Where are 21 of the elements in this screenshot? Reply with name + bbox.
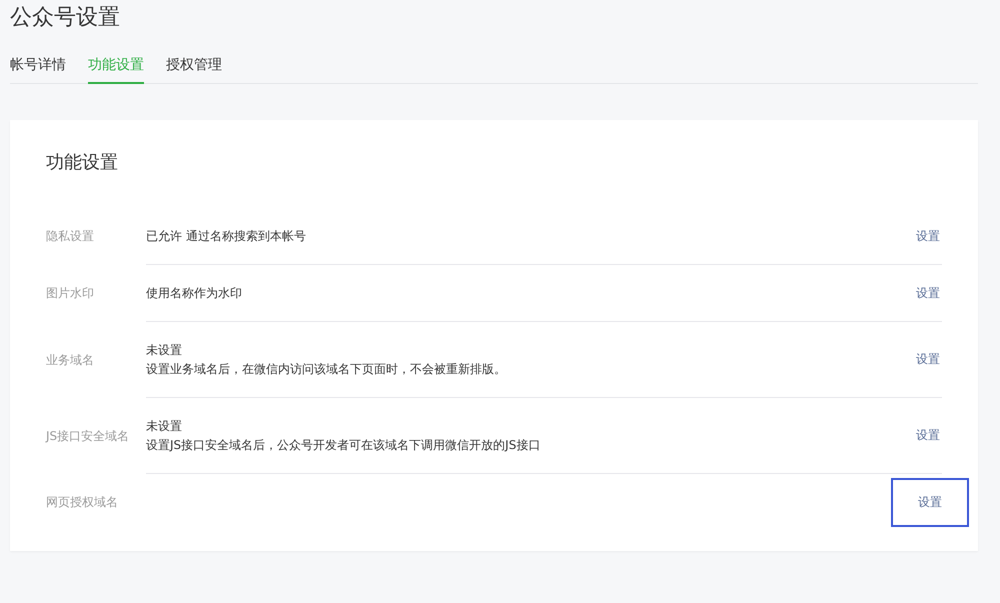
setting-value: 已允许 通过名称搜索到本帐号	[146, 228, 307, 244]
setting-link[interactable]: 设置	[891, 478, 969, 527]
setting-link[interactable]: 设置	[902, 411, 954, 460]
setting-value: 设置业务域名后，在微信内访问该域名下页面时，不会被重新排版。	[146, 362, 507, 376]
setting-label: 网页授权域名	[46, 494, 119, 511]
card-title: 功能设置	[46, 151, 119, 174]
setting-value: 设置JS接口安全域名后，公众号开发者可在该域名下调用微信开放的JS接口	[146, 438, 542, 452]
setting-value: 使用名称作为水印	[146, 286, 243, 300]
setting-label: 业务域名	[46, 352, 95, 368]
setting-label: JS接口安全域名	[46, 428, 130, 444]
tab[interactable]: 功能设置	[88, 56, 144, 84]
tab[interactable]: 帐号详情	[10, 56, 66, 84]
setting-label: 隐私设置	[46, 228, 95, 245]
setting-link[interactable]: 设置	[902, 268, 954, 318]
setting-link[interactable]: 设置	[902, 335, 954, 384]
setting-label: 图片水印	[46, 285, 95, 302]
setting-value: 未设置	[146, 418, 183, 434]
setting-value: 未设置	[146, 342, 183, 358]
tab[interactable]: 授权管理	[166, 56, 222, 84]
setting-link[interactable]: 设置	[902, 212, 954, 260]
page-title: 公众号设置	[10, 4, 121, 32]
